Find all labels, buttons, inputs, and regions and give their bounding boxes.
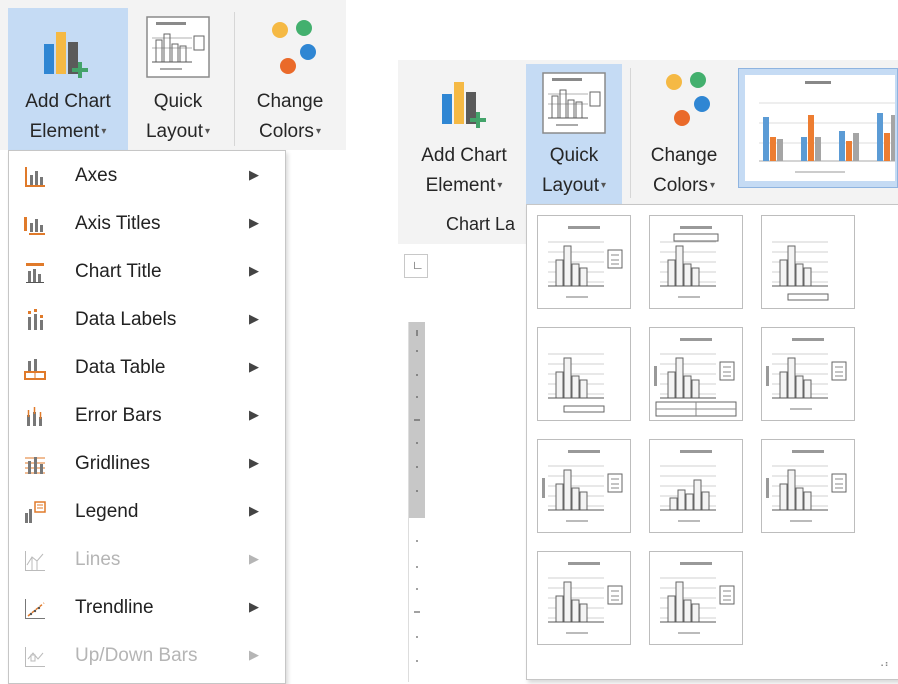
add-chart-element-label-1: Add Chart [421, 145, 507, 166]
quick-layout-label-1: Quick [549, 145, 599, 166]
submenu-arrow-icon: ▶ [249, 263, 259, 278]
up-down-bars-icon [23, 645, 47, 669]
submenu-arrow-icon: ▶ [249, 359, 259, 374]
menu-item-label: Chart Title [75, 261, 162, 282]
submenu-arrow-icon: ▶ [249, 455, 259, 470]
dropdown-arrow-icon: ▾ [205, 126, 211, 137]
add-chart-element-label-1: Add Chart [25, 91, 111, 112]
color-palette-icon [272, 20, 316, 74]
add-chart-element-button[interactable]: Add Chart Element ▾ [8, 8, 128, 150]
menu-item-label: Legend [75, 501, 139, 522]
lines-icon [23, 549, 47, 573]
quick-layout-icon [542, 72, 606, 134]
quick-layout-button[interactable]: Quick Layout ▾ [130, 8, 226, 150]
quick-layout-option-1[interactable] [537, 215, 631, 309]
add-chart-element-label-2: Element [425, 175, 496, 197]
ribbon-divider [630, 68, 631, 198]
quick-layout-label-1: Quick [153, 91, 203, 112]
submenu-arrow-icon: ▶ [249, 167, 259, 182]
vertical-ruler [408, 322, 425, 682]
chart-title-icon [23, 261, 47, 285]
change-colors-button-2[interactable]: Change Colors ▾ [636, 64, 732, 204]
submenu-arrow-icon: ▶ [249, 551, 259, 566]
menu-item-label: Lines [75, 549, 121, 570]
mini-bar-chart-icon [759, 81, 895, 173]
tab-stop-icon[interactable]: ∟ [412, 258, 424, 272]
quick-layout-option-10[interactable] [537, 551, 631, 645]
quick-layout-option-5[interactable] [649, 327, 743, 421]
add-chart-element-menu: Axes ▶ Axis Titles ▶ Chart Title ▶ Data Labels… [8, 150, 286, 684]
data-labels-icon [23, 309, 47, 333]
change-colors-label-1: Change [650, 145, 718, 166]
menu-item-data-labels[interactable]: Data Labels ▶ [9, 297, 285, 345]
menu-item-gridlines[interactable]: Gridlines ▶ [9, 441, 285, 489]
quick-layout-option-11[interactable] [649, 551, 743, 645]
change-colors-label-2: Colors [259, 121, 314, 143]
menu-item-lines: Lines ▶ [9, 537, 285, 585]
change-colors-label-2: Colors [653, 175, 708, 197]
menu-item-axis-titles[interactable]: Axis Titles ▶ [9, 201, 285, 249]
quick-layout-option-8[interactable] [649, 439, 743, 533]
add-chart-element-icon [44, 32, 88, 78]
add-chart-element-label-2: Element [29, 121, 100, 143]
quick-layout-option-4[interactable] [537, 327, 631, 421]
dropdown-arrow-icon: ▾ [497, 180, 503, 191]
quick-layout-option-9[interactable] [761, 439, 855, 533]
change-colors-button[interactable]: Change Colors ▾ [240, 8, 340, 150]
dropdown-arrow-icon: ▾ [315, 126, 321, 137]
add-chart-element-button-2[interactable]: Add Chart Element ▾ [404, 64, 524, 204]
quick-layout-icon [146, 16, 210, 78]
submenu-arrow-icon: ▶ [249, 311, 259, 326]
dropdown-arrow-icon: ▾ [709, 180, 715, 191]
menu-item-label: Axis Titles [75, 213, 161, 234]
gridlines-icon [23, 453, 47, 477]
ruler-corner: ∟ [404, 254, 428, 278]
menu-item-label: Error Bars [75, 405, 162, 426]
submenu-arrow-icon: ▶ [249, 215, 259, 230]
axis-titles-icon [23, 213, 47, 237]
resize-grip-icon[interactable]: ⠠⠆ [877, 659, 892, 670]
submenu-arrow-icon: ▶ [249, 647, 259, 662]
error-bars-icon [23, 405, 47, 429]
menu-item-chart-title[interactable]: Chart Title ▶ [9, 249, 285, 297]
menu-item-legend[interactable]: Legend ▶ [9, 489, 285, 537]
menu-item-label: Data Table [75, 357, 166, 378]
quick-layout-gallery: ⠠⠆ [526, 204, 898, 680]
menu-item-data-table[interactable]: Data Table ▶ [9, 345, 285, 393]
menu-item-label: Data Labels [75, 309, 177, 330]
data-table-icon [23, 357, 47, 381]
menu-item-label: Gridlines [75, 453, 150, 474]
menu-item-error-bars[interactable]: Error Bars ▶ [9, 393, 285, 441]
change-colors-label-1: Change [256, 91, 324, 112]
submenu-arrow-icon: ▶ [249, 407, 259, 422]
menu-item-axes[interactable]: Axes ▶ [9, 153, 285, 201]
menu-item-label: Up/Down Bars [75, 645, 198, 666]
quick-layout-option-3[interactable] [761, 215, 855, 309]
trendline-icon [23, 597, 47, 621]
color-palette-icon [666, 72, 710, 126]
quick-layout-option-2[interactable] [649, 215, 743, 309]
quick-layout-label-2: Layout [145, 121, 203, 143]
quick-layout-option-6[interactable] [761, 327, 855, 421]
chart-style-thumbnail [745, 75, 895, 181]
quick-layout-option-7[interactable] [537, 439, 631, 533]
dropdown-arrow-icon: ▾ [101, 126, 107, 137]
ruler-ticks-icon [414, 330, 420, 662]
axes-icon [23, 165, 47, 189]
dropdown-arrow-icon: ▾ [601, 180, 607, 191]
menu-item-trendline[interactable]: Trendline ▶ [9, 585, 285, 633]
chart-layouts-group-label: Chart La [446, 214, 516, 234]
legend-icon [23, 501, 47, 525]
quick-layout-label-2: Layout [541, 175, 599, 197]
quick-layout-button-2[interactable]: Quick Layout ▾ [526, 64, 622, 204]
menu-item-up-down-bars: Up/Down Bars ▶ [9, 633, 285, 681]
ribbon-divider [234, 12, 235, 146]
menu-item-label: Trendline [75, 597, 154, 618]
submenu-arrow-icon: ▶ [249, 599, 259, 614]
add-chart-element-icon [442, 82, 486, 128]
chart-style-preview[interactable] [738, 68, 898, 188]
submenu-arrow-icon: ▶ [249, 503, 259, 518]
menu-item-label: Axes [75, 165, 118, 186]
